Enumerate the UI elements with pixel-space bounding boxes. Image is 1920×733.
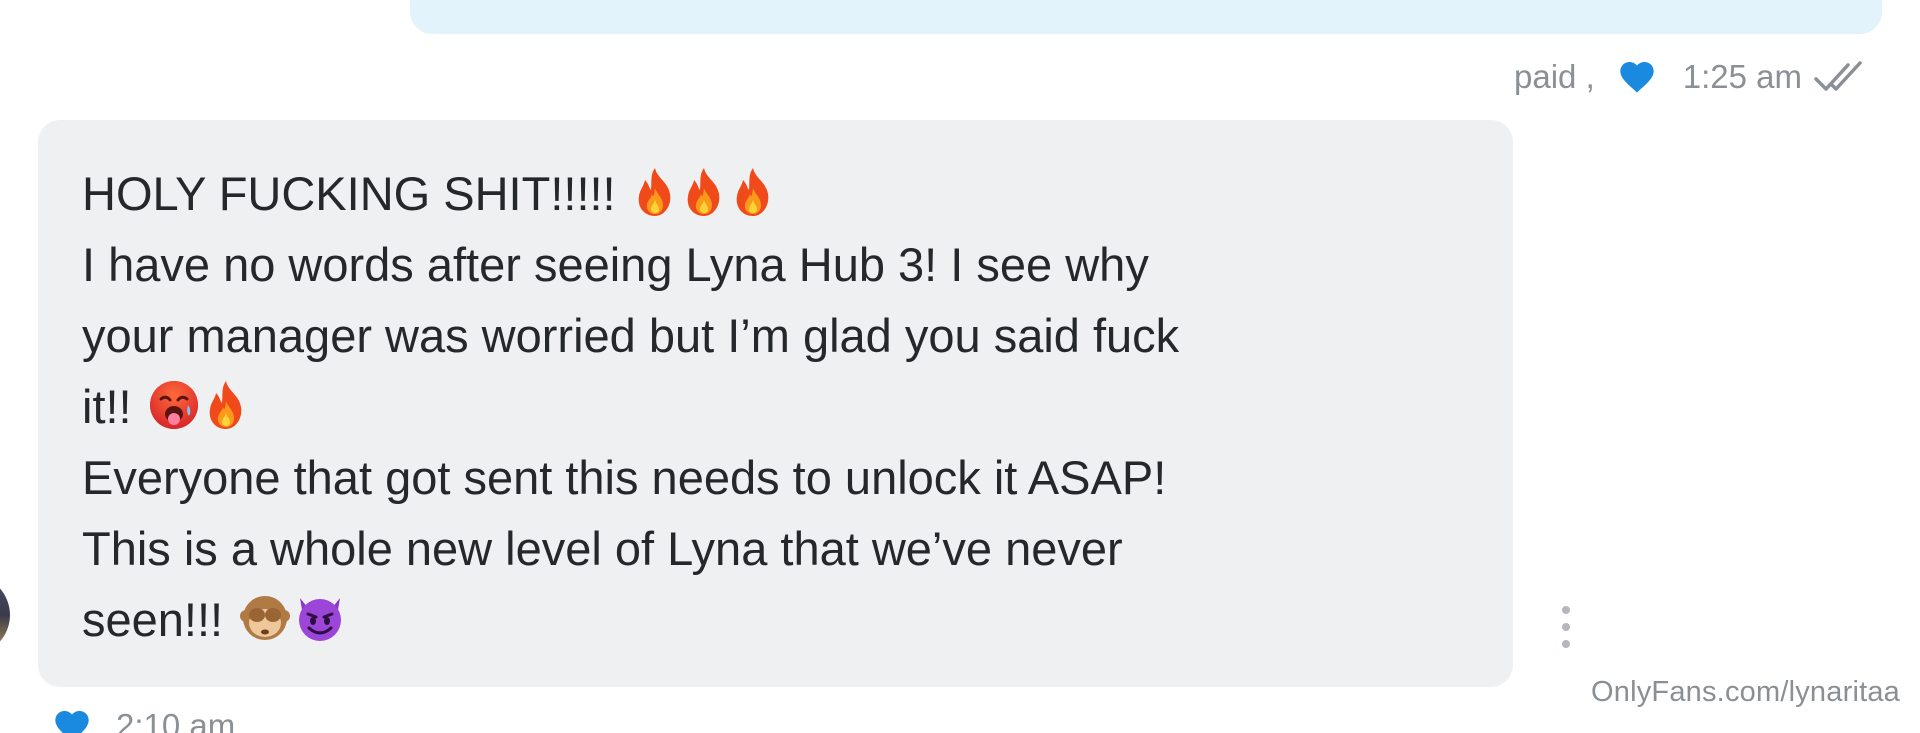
- heart-icon[interactable]: [1617, 57, 1657, 97]
- message-timestamp: 1:25 am: [1682, 58, 1802, 95]
- message-line: HOLY FUCKING SHIT!!!!!: [82, 158, 1462, 229]
- incoming-message-meta: 2:10 am: [52, 706, 235, 733]
- fire-emoji-icon: [632, 166, 678, 218]
- more-options-icon[interactable]: [1553, 602, 1579, 652]
- outgoing-message-bubble[interactable]: [410, 0, 1882, 34]
- message-line-text: seen!!!: [82, 593, 224, 646]
- sender-avatar[interactable]: [0, 575, 10, 655]
- message-line: your manager was worried but I’m glad yo…: [82, 300, 1462, 371]
- fire-emoji-icon: [681, 166, 727, 218]
- message-line-text: your manager was worried but I’m glad yo…: [82, 309, 1180, 362]
- message-line-text: HOLY FUCKING SHIT!!!!!: [82, 167, 616, 220]
- outgoing-message-meta: paid , 1:25 am: [1514, 52, 1870, 102]
- message-line: I have no words after seeing Lyna Hub 3!…: [82, 229, 1462, 300]
- message-line-text: I have no words after seeing Lyna Hub 3!…: [82, 238, 1149, 291]
- double-check-icon: [1812, 57, 1870, 97]
- message-line-text: it!!: [82, 380, 132, 433]
- watermark: OnlyFans.com/lynaritaa: [1590, 676, 1900, 708]
- paid-status-label: paid ,: [1514, 58, 1595, 95]
- message-line: it!!: [82, 371, 1462, 442]
- message-line: seen!!!: [82, 584, 1462, 655]
- chat-screen: paid , 1:25 am HOLY FUCKING SHIT!!!!! I …: [0, 0, 1920, 733]
- hot-face-emoji-icon: [148, 379, 200, 431]
- message-line-text: Everyone that got sent this needs to unl…: [82, 451, 1167, 504]
- smiling-devil-emoji-icon: [294, 592, 346, 644]
- fire-emoji-icon: [203, 379, 249, 431]
- fire-emoji-icon: [730, 166, 776, 218]
- message-line-text: This is a whole new level of Lyna that w…: [82, 522, 1123, 575]
- see-no-evil-monkey-emoji-icon: [239, 592, 291, 644]
- heart-icon[interactable]: [52, 706, 92, 733]
- incoming-message-text: HOLY FUCKING SHIT!!!!! I have no words a…: [82, 158, 1462, 655]
- message-line: This is a whole new level of Lyna that w…: [82, 513, 1462, 584]
- message-line: Everyone that got sent this needs to unl…: [82, 442, 1462, 513]
- message-timestamp: 2:10 am: [116, 707, 236, 733]
